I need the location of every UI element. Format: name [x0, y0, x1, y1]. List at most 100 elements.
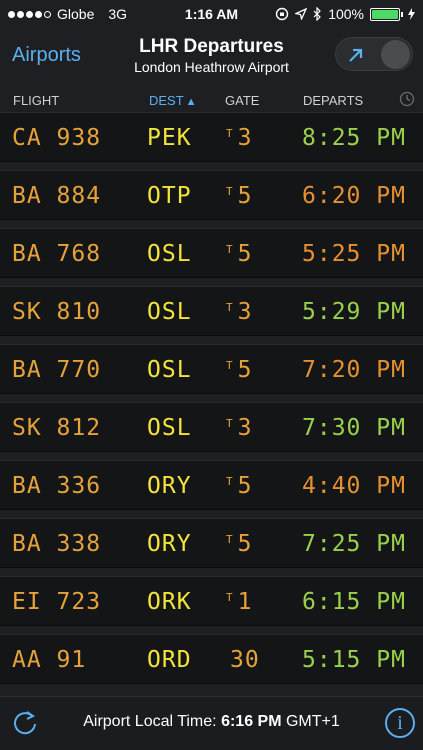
gate-number: 5 — [237, 357, 253, 383]
battery-icon — [370, 7, 403, 21]
local-time-zone: GMT+1 — [285, 713, 340, 730]
flight-row[interactable]: BA 336 ORY T 5 4:40 PM — [0, 460, 423, 510]
column-headers: FLIGHT DEST ▲ GATE DEPARTS — [0, 90, 423, 112]
terminal-marker: T — [226, 185, 234, 198]
flight-number: SK 812 — [12, 415, 102, 441]
gate: T5 — [226, 183, 252, 209]
flight-row[interactable]: BA 338 ORY T 5 7:25 PM — [0, 518, 423, 568]
flight-row[interactable]: SK 810 OSL T 3 5:29 PM — [0, 286, 423, 336]
status-left: Globe 3G — [8, 6, 127, 22]
departure-time: 7:30 PM — [302, 415, 406, 441]
battery-percent: 100% — [328, 6, 364, 22]
terminal-marker: T — [226, 127, 234, 140]
gate: T3 — [226, 299, 252, 325]
gate: T5 — [226, 241, 252, 267]
destination-code: ORD — [147, 647, 192, 673]
flight-number: AA 91 — [12, 647, 87, 673]
departures-board: CA 938 PEK T 3 8:25 PM BA 884 OTP T 5 6:20 PM BA 7… — [0, 112, 423, 692]
gate: T5 — [226, 531, 252, 557]
network-label: 3G — [108, 6, 128, 22]
gate: T5 — [226, 357, 252, 383]
flight-number: EI 723 — [12, 589, 102, 615]
flight-row[interactable]: SK 812 OSL T 3 7:30 PM — [0, 402, 423, 452]
destination-code: OSL — [147, 241, 192, 267]
flight-number: BA 768 — [12, 241, 102, 267]
nav-bar: Airports LHR Departures London Heathrow … — [0, 28, 423, 82]
departures-arrivals-toggle[interactable] — [335, 37, 413, 71]
gate: 30 — [226, 647, 260, 673]
destination-code: ORY — [147, 473, 192, 499]
column-header-departs[interactable]: DEPARTS — [303, 93, 363, 108]
arrow-up-right-icon — [349, 48, 363, 62]
departure-time: 7:20 PM — [302, 357, 406, 383]
flight-number: BA 338 — [12, 531, 102, 557]
destination-code: OSL — [147, 357, 192, 383]
departure-time: 7:25 PM — [302, 531, 406, 557]
charging-bolt-icon — [408, 8, 415, 20]
local-time-label: Airport Local Time: — [83, 713, 217, 730]
terminal-marker: T — [226, 533, 234, 546]
departure-time: 5:29 PM — [302, 299, 406, 325]
gate-number: 5 — [237, 241, 253, 267]
column-header-gate[interactable]: GATE — [225, 93, 259, 108]
carrier-label: Globe — [57, 6, 95, 22]
departure-time: 5:15 PM — [302, 647, 406, 673]
flight-number: SK 810 — [12, 299, 102, 325]
destination-code: OTP — [147, 183, 192, 209]
clock-icon[interactable] — [399, 91, 415, 107]
gate-number: 5 — [237, 531, 253, 557]
departure-time: 4:40 PM — [302, 473, 406, 499]
sort-ascending-icon: ▲ — [185, 96, 197, 108]
bluetooth-icon — [313, 7, 322, 21]
gate: T1 — [226, 589, 252, 615]
departure-time: 5:25 PM — [302, 241, 406, 267]
gate-number: 3 — [237, 125, 253, 151]
status-bar: Globe 3G 1:16 AM 100% — [0, 0, 423, 28]
terminal-marker: T — [226, 591, 234, 604]
flight-number: BA 336 — [12, 473, 102, 499]
destination-code: ORK — [147, 589, 192, 615]
column-header-dest-label: DEST — [149, 93, 184, 108]
flight-row[interactable]: BA 770 OSL T 5 7:20 PM — [0, 344, 423, 394]
destination-code: ORY — [147, 531, 192, 557]
terminal-marker: T — [226, 359, 234, 372]
gate-number: 1 — [237, 589, 253, 615]
departure-time: 8:25 PM — [302, 125, 406, 151]
flight-row[interactable]: AA 91 ORD 30 5:15 PM — [0, 634, 423, 684]
rotation-lock-icon — [275, 7, 289, 21]
destination-code: OSL — [147, 299, 192, 325]
column-header-dest[interactable]: DEST ▲ — [149, 93, 197, 108]
gate-number: 30 — [230, 647, 260, 673]
footer-toolbar: Airport Local Time: 6:16 PM GMT+1 i — [0, 696, 423, 750]
terminal-marker: T — [226, 475, 234, 488]
flight-row[interactable]: EI 723 ORK T 1 6:15 PM — [0, 576, 423, 626]
airport-local-time: Airport Local Time: 6:16 PM GMT+1 — [0, 713, 423, 731]
terminal-marker: T — [226, 417, 234, 430]
toggle-knob — [381, 40, 410, 69]
gate-number: 3 — [237, 299, 253, 325]
status-right: 100% — [275, 6, 415, 22]
flight-row[interactable]: CA 938 PEK T 3 8:25 PM — [0, 112, 423, 162]
destination-code: PEK — [147, 125, 192, 151]
gate: T5 — [226, 473, 252, 499]
flight-row[interactable]: BA 768 OSL T 5 5:25 PM — [0, 228, 423, 278]
gate-number: 3 — [237, 415, 253, 441]
local-time-value: 6:16 PM — [221, 713, 282, 730]
column-header-flight[interactable]: FLIGHT — [13, 93, 59, 108]
destination-code: OSL — [147, 415, 192, 441]
info-icon[interactable]: i — [385, 708, 415, 738]
flight-number: CA 938 — [12, 125, 102, 151]
departure-time: 6:20 PM — [302, 183, 406, 209]
flight-row[interactable]: BA 884 OTP T 5 6:20 PM — [0, 170, 423, 220]
terminal-marker: T — [226, 243, 234, 256]
flight-number: BA 884 — [12, 183, 102, 209]
terminal-marker: T — [226, 301, 234, 314]
departure-time: 6:15 PM — [302, 589, 406, 615]
gate-number: 5 — [237, 473, 253, 499]
location-arrow-icon — [295, 8, 308, 20]
signal-dots-icon — [8, 10, 51, 18]
gate-number: 5 — [237, 183, 253, 209]
flight-number: BA 770 — [12, 357, 102, 383]
gate: T3 — [226, 415, 252, 441]
gate: T3 — [226, 125, 252, 151]
